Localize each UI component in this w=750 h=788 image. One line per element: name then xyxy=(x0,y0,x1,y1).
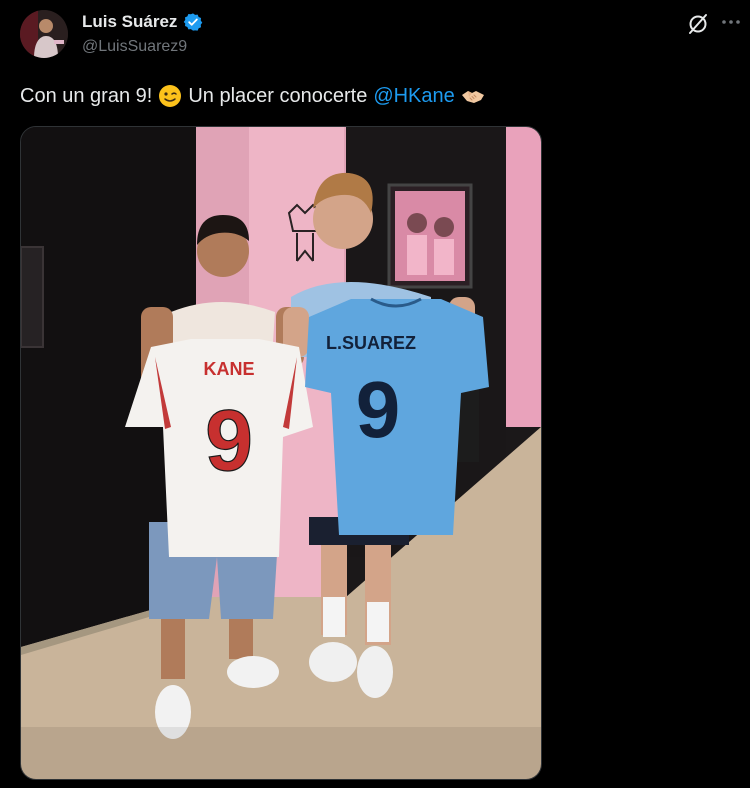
tweet-text-part-2: Un placer conocerte xyxy=(188,84,368,107)
shirt-kane-name: KANE xyxy=(203,359,254,379)
author-handle[interactable]: @LuisSuarez9 xyxy=(82,38,187,56)
tweet: Luis Suárez @LuisSuarez9 Con un gran 9! … xyxy=(0,0,750,788)
shirt-suarez-number: 9 xyxy=(356,365,401,454)
mention-link[interactable]: @HKane xyxy=(373,85,454,108)
author-name-row: Luis Suárez xyxy=(82,12,203,32)
tweet-photo[interactable]: KANE 9 L.SUAREZ 9 xyxy=(20,126,542,780)
avatar-image xyxy=(20,10,68,58)
tweet-text: Con un gran 9! Un placer conocerte @HKan… xyxy=(20,84,485,108)
more-options-icon[interactable] xyxy=(720,10,742,34)
tweet-text-part-1: Con un gran 9! xyxy=(20,84,153,107)
verified-badge-icon xyxy=(184,13,203,31)
winking-face-emoji-icon xyxy=(159,85,182,107)
grok-icon[interactable] xyxy=(686,12,710,36)
avatar[interactable] xyxy=(20,10,68,58)
photo-illustration: KANE 9 L.SUAREZ 9 xyxy=(21,127,541,779)
handshake-emoji-icon xyxy=(461,91,484,103)
shirt-kane-number: 9 xyxy=(205,393,253,489)
shirt-suarez-name: L.SUAREZ xyxy=(326,333,416,353)
author-display-name[interactable]: Luis Suárez xyxy=(82,12,177,32)
